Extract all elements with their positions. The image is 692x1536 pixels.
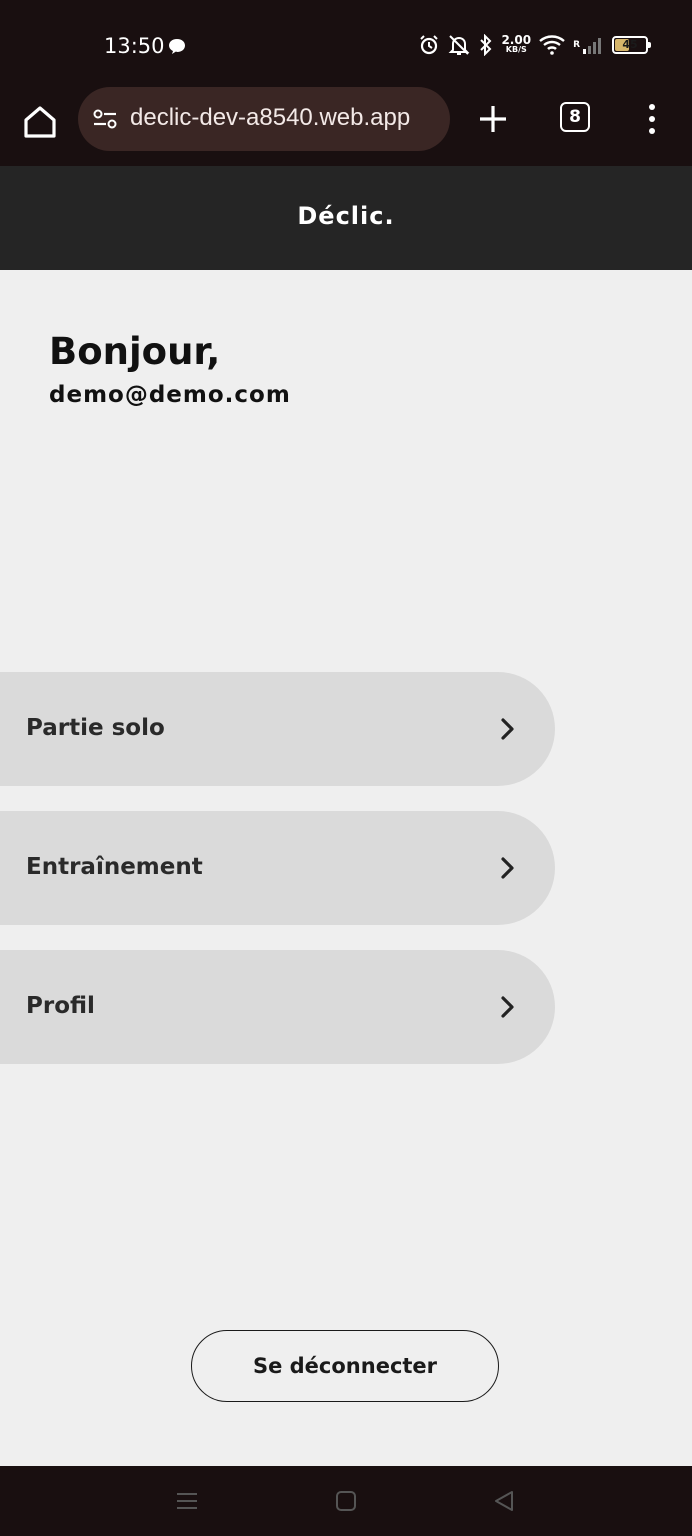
chat-bubble-icon <box>169 39 185 54</box>
home-square-icon[interactable] <box>332 1488 360 1514</box>
logout-button[interactable]: Se déconnecter <box>191 1330 499 1402</box>
status-bar: 13:50 2.00 KB/S R 45 <box>0 0 692 86</box>
silent-bell-icon <box>449 35 470 55</box>
plus-icon[interactable] <box>476 102 510 136</box>
wifi-icon <box>539 35 565 55</box>
network-speed: 2.00 KB/S <box>501 33 532 55</box>
menu-item-label: Profil <box>26 993 95 1019</box>
tabs-icon[interactable]: 8 <box>560 102 590 132</box>
signal-label: R <box>573 40 580 50</box>
chevron-right-icon <box>501 718 514 740</box>
network-speed-value: 2.00 <box>501 33 532 47</box>
more-vert-icon[interactable] <box>642 102 662 136</box>
app-title: Déclic. <box>297 202 395 230</box>
network-speed-unit: KB/S <box>505 45 527 54</box>
menu-item-entrainement[interactable]: Entraînement <box>0 811 555 925</box>
alarm-icon <box>420 35 439 55</box>
app-header: Déclic. <box>0 166 692 270</box>
status-icons: 2.00 KB/S R 45 <box>419 33 651 56</box>
home-icon[interactable] <box>20 102 60 142</box>
back-triangle-icon[interactable] <box>490 1488 518 1514</box>
menu-lines-icon[interactable] <box>173 1488 201 1514</box>
battery-level: 45 <box>622 38 638 51</box>
signal-icon <box>583 38 601 54</box>
url-text[interactable]: declic-dev-a8540.web.app <box>130 104 410 132</box>
menu-item-partie-solo[interactable]: Partie solo <box>0 672 555 786</box>
menu-item-profil[interactable]: Profil <box>0 950 555 1064</box>
menu-item-label: Partie solo <box>26 715 165 741</box>
chevron-right-icon <box>501 996 514 1018</box>
battery-icon: 45 <box>612 36 651 54</box>
system-nav-bar <box>0 1466 692 1536</box>
address-bar[interactable]: declic-dev-a8540.web.app <box>78 87 450 151</box>
user-email: demo@demo.com <box>49 382 291 408</box>
chevron-right-icon <box>501 857 514 879</box>
bluetooth-icon <box>480 34 492 56</box>
site-settings-icon[interactable] <box>92 107 118 131</box>
greeting-heading: Bonjour, <box>49 330 221 373</box>
tab-count: 8 <box>569 107 581 127</box>
browser-toolbar: declic-dev-a8540.web.app 8 <box>0 86 692 167</box>
menu-item-label: Entraînement <box>26 854 203 880</box>
battery-tip <box>648 42 651 48</box>
status-time: 13:50 <box>104 34 165 58</box>
